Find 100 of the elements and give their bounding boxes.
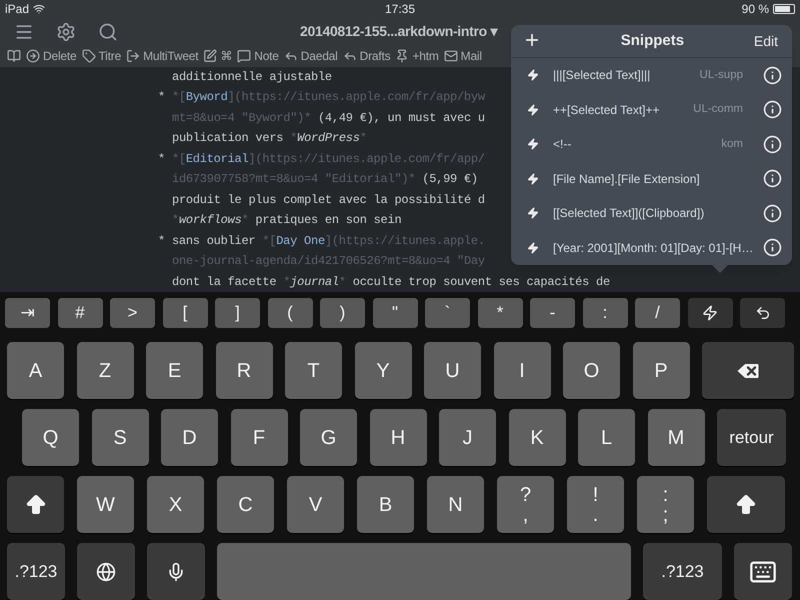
key[interactable]: H: [370, 409, 426, 466]
accessory-key[interactable]: #: [58, 298, 102, 328]
toolbar-button[interactable]: ⌘: [220, 46, 232, 65]
toolbar-button[interactable]: +htm: [412, 46, 439, 65]
editor-line: * sans oublier *[Day One](https://itunes.apple.: [158, 232, 485, 250]
accessory-key[interactable]: -: [530, 298, 575, 328]
key[interactable]: ? ,: [497, 476, 554, 533]
key[interactable]: J: [439, 409, 496, 466]
hide-keyboard-key[interactable]: [734, 543, 792, 600]
microphone-key[interactable]: [147, 543, 205, 600]
accessory-key[interactable]: ": [372, 298, 418, 328]
key[interactable]: T: [285, 342, 342, 399]
arrow-circle-icon[interactable]: [26, 48, 40, 63]
accessory-key[interactable]: (: [268, 298, 312, 328]
editor-line: * *[Editorial](https://itunes.apple.com/fr/app/: [158, 150, 485, 168]
editor-line: dont la facette *journal* occulte trop souvent ses capacités de: [172, 274, 610, 290]
accessory-key[interactable]: :: [582, 298, 628, 328]
edit-button[interactable]: Edit: [754, 30, 778, 52]
globe-icon: [96, 562, 116, 582]
toolbar-button[interactable]: MultiTweet: [143, 46, 198, 65]
accessory-key[interactable]: [: [162, 298, 208, 328]
speech-bubble-icon[interactable]: [237, 48, 252, 63]
key[interactable]: O: [563, 342, 620, 399]
snippet-row[interactable]: [Year: 2001][Month: 01][Day: 01]-[H…: [511, 230, 792, 265]
key[interactable]: R: [216, 342, 272, 399]
key[interactable]: ! .: [567, 476, 624, 533]
editor-line: additionnelle ajustable: [172, 68, 332, 86]
editor-line: mt=8&uo=4 "Byword")* (4,49 €), un must avec u: [172, 110, 485, 126]
key[interactable]: C: [217, 476, 274, 533]
toolbar-button[interactable]: Daedal: [300, 46, 338, 65]
key[interactable]: X: [147, 476, 204, 533]
info-icon[interactable]: [763, 100, 782, 120]
key[interactable]: Z: [76, 342, 134, 399]
accessory-key[interactable]: *: [478, 298, 522, 328]
toolbar-button[interactable]: Drafts: [360, 46, 390, 65]
info-icon[interactable]: [763, 134, 782, 154]
tag-icon[interactable]: [82, 48, 96, 63]
export-icon[interactable]: [126, 48, 140, 63]
key[interactable]: Y: [354, 342, 412, 399]
toolbar-button[interactable]: Mail: [460, 46, 482, 65]
key[interactable]: K: [508, 409, 566, 466]
snippet-row[interactable]: ++[Selected Text]++ UL-comm: [511, 92, 792, 127]
key[interactable]: P: [632, 342, 690, 399]
info-icon[interactable]: [763, 204, 782, 223]
info-icon[interactable]: [763, 238, 782, 258]
key[interactable]: D: [161, 409, 218, 466]
numbers-key[interactable]: .?123: [643, 543, 722, 600]
key[interactable]: Q: [22, 409, 79, 466]
return-key[interactable]: retour: [717, 409, 786, 466]
accessory-key[interactable]: ]: [215, 298, 260, 328]
key[interactable]: A: [7, 342, 64, 399]
key[interactable]: V: [287, 476, 344, 533]
key[interactable]: W: [77, 476, 134, 533]
accessory-key[interactable]: >: [110, 298, 155, 328]
key[interactable]: U: [424, 342, 481, 399]
lightning-icon: [527, 207, 539, 220]
envelope-icon[interactable]: [444, 48, 458, 63]
snippet-row[interactable]: [File Name].[File Extension]: [511, 162, 792, 196]
search-icon[interactable]: [98, 22, 118, 42]
undo-key[interactable]: [740, 298, 785, 328]
toolbar-button[interactable]: Note: [254, 46, 279, 65]
snippet-text: ++[Selected Text]++: [553, 102, 660, 119]
info-icon[interactable]: [763, 66, 782, 85]
numbers-key[interactable]: .?123: [7, 543, 65, 600]
shift-arrow-icon: [734, 492, 758, 516]
shift-key[interactable]: [707, 476, 785, 533]
editor-line: one-journal-agenda/id421706526?mt=8&uo=4 "Day: [172, 253, 485, 270]
key[interactable]: S: [92, 409, 148, 466]
key[interactable]: G: [300, 409, 357, 466]
snippets-key[interactable]: [688, 298, 732, 328]
snippet-row[interactable]: |||[Selected Text]||| UL-supp: [511, 58, 792, 92]
book-icon[interactable]: [7, 48, 21, 63]
accessory-key[interactable]: ⇥: [5, 298, 50, 328]
accessory-key[interactable]: /: [635, 298, 680, 328]
info-icon[interactable]: [763, 169, 782, 188]
key[interactable]: E: [146, 342, 203, 399]
backspace-key[interactable]: [702, 342, 794, 399]
globe-key[interactable]: [77, 543, 135, 600]
snippet-row[interactable]: <!-- kom: [511, 127, 792, 162]
key[interactable]: N: [427, 476, 484, 533]
editor-line: id673907758?mt=8&uo=4 "Editorial")* (5,99 €): [172, 171, 478, 188]
key[interactable]: L: [578, 409, 635, 466]
key[interactable]: : ;: [637, 476, 694, 533]
add-button[interactable]: +: [525, 29, 540, 53]
key[interactable]: M: [648, 409, 704, 466]
settings-icon[interactable]: [56, 22, 76, 42]
toolbar-button[interactable]: Delete: [43, 46, 76, 65]
snippet-row[interactable]: [[Selected Text]]([Clipboard]): [511, 196, 792, 230]
accessory-key[interactable]: `: [425, 298, 470, 328]
pin-icon[interactable]: [395, 48, 410, 63]
pencil-square-icon[interactable]: [203, 48, 218, 63]
key[interactable]: F: [230, 409, 288, 466]
accessory-key[interactable]: ): [320, 298, 365, 328]
document-title[interactable]: 20140812-155...arkdown-intro ▾: [300, 21, 498, 42]
key[interactable]: B: [357, 476, 414, 533]
shift-key[interactable]: [7, 476, 64, 533]
toolbar-button[interactable]: Titre: [98, 46, 122, 65]
snippet-abbreviation: kom: [721, 136, 743, 152]
editor-line: produit le plus complet avec la possibilité d: [172, 192, 485, 208]
key[interactable]: I: [494, 342, 550, 399]
